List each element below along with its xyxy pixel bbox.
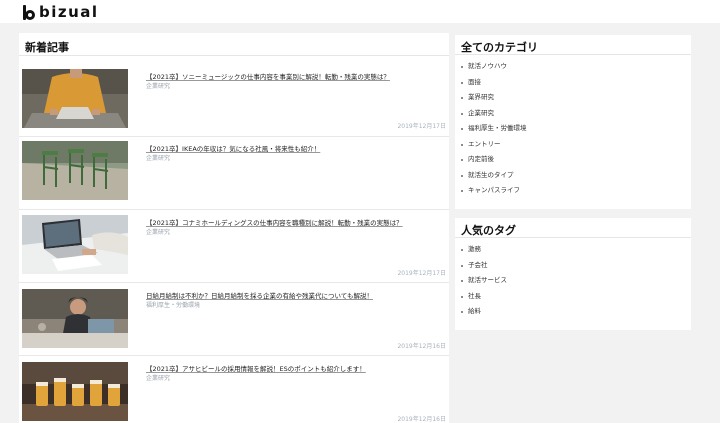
tag-list: 激務 子会社 就活サービス 社長 給料 <box>455 238 691 320</box>
article-thumbnail[interactable] <box>22 289 128 348</box>
article-date: 2019年12月16日 <box>397 343 446 350</box>
category-link[interactable]: 面接 <box>455 75 691 91</box>
article-category[interactable]: 企業研究 <box>146 373 170 382</box>
article-item[interactable]: 【2021卒】コナミホールディングスの仕事内容を職種別に解説！転勤・残業の実態は… <box>19 210 449 283</box>
article-title[interactable]: 【2021卒】コナミホールディングスの仕事内容を職種別に解説！転勤・残業の実態は… <box>146 217 403 227</box>
article-title[interactable]: 【2021卒】アサヒビールの採用情報を解説！ESのポイントも紹介します！ <box>146 363 366 373</box>
tag-link[interactable]: 社長 <box>455 289 691 305</box>
article-category[interactable]: 企業研究 <box>146 153 170 162</box>
article-item[interactable]: 【2021卒】ソニーミュージックの仕事内容を事業別に解説！転勤・残業の実態は？ … <box>19 64 449 137</box>
article-item[interactable]: 日給月給制は不利か？日給月給制を採る企業の有給や残業代についても解説！ 福利厚生… <box>19 283 449 356</box>
categories-title: 全てのカテゴリ <box>455 35 691 55</box>
article-thumbnail[interactable] <box>22 69 128 128</box>
article-title[interactable]: 日給月給制は不利か？日給月給制を採る企業の有給や残業代についても解説！ <box>146 290 373 300</box>
category-list: 就活ノウハウ 面接 業界研究 企業研究 福利厚生・労働環境 エントリー 内定前後… <box>455 55 691 199</box>
category-link[interactable]: 業界研究 <box>455 90 691 106</box>
article-item[interactable]: 【2021卒】IKEAの年収は？気になる社風・将来性も紹介！ 企業研究 <box>19 137 449 210</box>
site-header: bizual <box>0 0 720 23</box>
article-category[interactable]: 企業研究 <box>146 81 170 90</box>
article-category[interactable]: 福利厚生・労働環境 <box>146 300 200 309</box>
tags-title: 人気のタグ <box>455 218 691 238</box>
article-date: 2019年12月17日 <box>397 123 446 130</box>
article-item[interactable]: 【2021卒】アサヒビールの採用情報を解説！ESのポイントも紹介します！ 企業研… <box>19 356 449 423</box>
tag-link[interactable]: 激務 <box>455 242 691 258</box>
article-category[interactable]: 企業研究 <box>146 227 170 236</box>
category-link[interactable]: 内定前後 <box>455 152 691 168</box>
category-link[interactable]: 就活ノウハウ <box>455 59 691 75</box>
article-thumbnail[interactable] <box>22 362 128 421</box>
new-articles-panel: 新着記事 【2021卒】ソニーミュージックの仕事内容を事業別に解説！転勤・残業の… <box>19 33 449 423</box>
category-link[interactable]: 福利厚生・労働環境 <box>455 121 691 137</box>
category-link[interactable]: キャンパスライフ <box>455 183 691 199</box>
logo-b-icon <box>23 4 36 20</box>
popular-tags-widget: 人気のタグ 激務 子会社 就活サービス 社長 給料 <box>455 218 691 330</box>
tag-link[interactable]: 就活サービス <box>455 273 691 289</box>
section-title: 新着記事 <box>19 33 449 56</box>
article-date: 2019年12月17日 <box>397 270 446 277</box>
site-logo[interactable]: bizual <box>23 4 99 20</box>
article-thumbnail[interactable] <box>22 141 128 200</box>
article-title[interactable]: 【2021卒】ソニーミュージックの仕事内容を事業別に解説！転勤・残業の実態は？ <box>146 71 390 81</box>
article-thumbnail[interactable] <box>22 215 128 274</box>
logo-text: bizual <box>39 3 99 21</box>
category-link[interactable]: 就活生のタイプ <box>455 168 691 184</box>
categories-widget: 全てのカテゴリ 就活ノウハウ 面接 業界研究 企業研究 福利厚生・労働環境 エン… <box>455 35 691 209</box>
article-date: 2019年12月16日 <box>397 416 446 423</box>
category-link[interactable]: エントリー <box>455 137 691 153</box>
tag-link[interactable]: 子会社 <box>455 258 691 274</box>
article-title[interactable]: 【2021卒】IKEAの年収は？気になる社風・将来性も紹介！ <box>146 143 320 153</box>
category-link[interactable]: 企業研究 <box>455 106 691 122</box>
tag-link[interactable]: 給料 <box>455 304 691 320</box>
